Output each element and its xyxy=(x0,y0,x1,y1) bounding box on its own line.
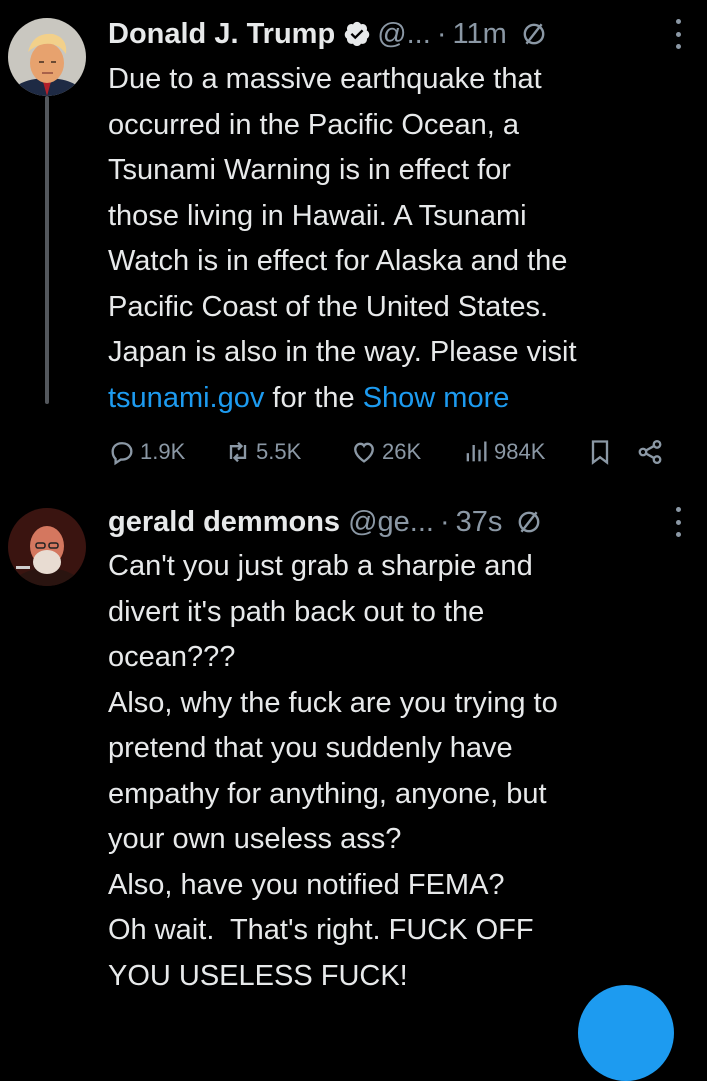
author-handle[interactable]: @ge... xyxy=(348,506,434,539)
body-line: occurred in the Pacific Ocean, a xyxy=(108,108,520,141)
views-icon xyxy=(466,441,487,462)
more-options-icon[interactable] xyxy=(675,19,681,49)
body-line: Watch is in effect for Alaska and the xyxy=(108,245,568,277)
body-line: Pacific Coast of the United States. xyxy=(108,290,549,323)
bookmark-button[interactable] xyxy=(586,430,618,474)
verified-badge-icon xyxy=(343,20,371,48)
like-icon xyxy=(354,442,374,463)
author-handle[interactable]: @... xyxy=(377,18,431,51)
mute-icon xyxy=(516,509,542,535)
post-1-body: Due to a massive earthquake that occurre… xyxy=(108,57,698,421)
body-line: Can't you just grab a sharpie and xyxy=(108,550,533,582)
share-button[interactable] xyxy=(636,430,668,474)
reply-icon xyxy=(111,442,133,466)
body-line: Due to a massive earthquake that xyxy=(108,63,542,95)
reply-button[interactable]: 1.9K xyxy=(108,430,185,474)
separator: · xyxy=(439,505,450,538)
avatar-post-2[interactable] xyxy=(8,508,86,586)
like-count: 26K xyxy=(382,439,422,464)
thread-line xyxy=(45,96,49,404)
body-line: pretend that you suddenly have xyxy=(108,732,513,764)
body-line: Japan is also in the way. Please visit xyxy=(108,336,577,368)
body-line: your own useless ass? xyxy=(108,823,402,855)
body-line: ocean??? xyxy=(108,641,236,673)
avatar-post-1[interactable] xyxy=(8,18,86,96)
reply-count: 1.9K xyxy=(140,439,186,464)
like-button[interactable]: 26K xyxy=(350,430,421,474)
post-1-actions: 1.9K 5.5K 26K 984K xyxy=(108,430,707,474)
bookmark-icon xyxy=(591,440,609,465)
views-count: 984K xyxy=(494,439,546,464)
post-2-body: Can't you just grab a sharpie and divert… xyxy=(108,544,698,999)
repost-count: 5.5K xyxy=(256,439,302,464)
post-2: gerald demmons @ge... · 37s Can't you ju… xyxy=(0,490,707,1000)
post-time[interactable]: 37s xyxy=(456,506,503,539)
body-line: empathy for anything, anyone, but xyxy=(108,777,547,810)
post-2-header: gerald demmons @ge... · 37s xyxy=(108,500,707,544)
mute-icon xyxy=(521,21,547,47)
share-icon xyxy=(638,439,662,465)
body-last-line: tsunami.gov for the Show more xyxy=(108,376,698,422)
body-line: divert it's path back out to the xyxy=(108,595,485,628)
views-button[interactable]: 984K xyxy=(462,430,545,474)
body-line: Oh wait. That's right. FUCK OFF xyxy=(108,914,534,946)
repost-icon xyxy=(229,441,247,463)
repost-button[interactable]: 5.5K xyxy=(224,430,301,474)
tsunami-link[interactable]: tsunami.gov xyxy=(108,382,264,414)
more-options-icon[interactable] xyxy=(675,507,681,537)
author-name[interactable]: Donald J. Trump xyxy=(108,18,335,51)
author-name[interactable]: gerald demmons xyxy=(108,506,340,539)
post-1-header: Donald J. Trump @... · 11m xyxy=(108,12,707,56)
body-line: those living in Hawaii. A Tsunami xyxy=(108,199,527,232)
body-line: Also, why the fuck are you trying to xyxy=(108,686,558,719)
post-1: Donald J. Trump @... · 11m Due to a mass… xyxy=(0,0,707,490)
post-time[interactable]: 11m xyxy=(452,18,506,51)
body-line: Also, have you notified FEMA? xyxy=(108,868,505,901)
separator: · xyxy=(436,17,447,50)
compose-button[interactable] xyxy=(578,985,674,1081)
body-tail: for the xyxy=(264,381,363,414)
body-line: Tsunami Warning is in effect for xyxy=(108,154,511,186)
show-more-link[interactable]: Show more xyxy=(363,382,510,414)
